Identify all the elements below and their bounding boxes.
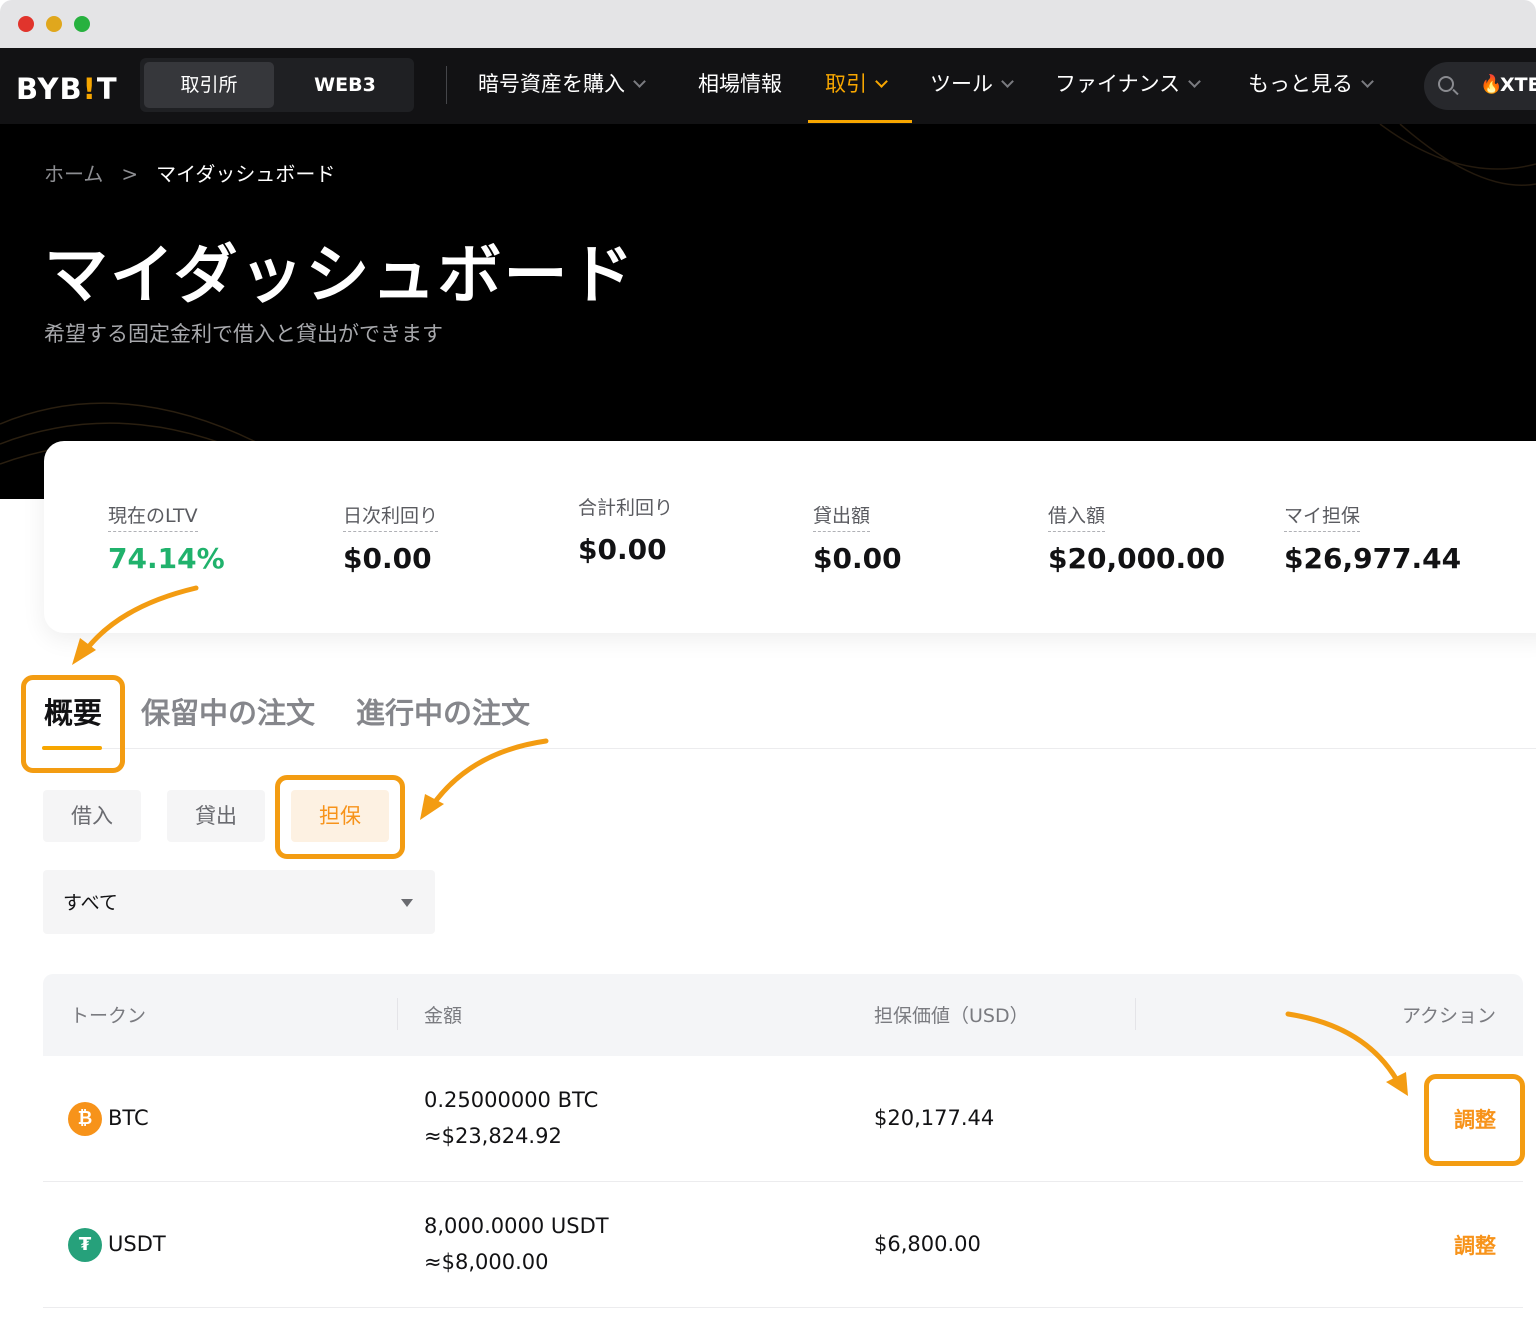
token-amount: 8,000.0000 USDT bbox=[424, 1214, 609, 1238]
table-row: ₮ USDT 8,000.0000 USDT ≈$8,000.00 $6,800… bbox=[43, 1182, 1523, 1308]
annotation-arrowhead-icon bbox=[72, 638, 96, 665]
search-icon bbox=[1438, 76, 1454, 92]
breadcrumb-current: マイダッシュボード bbox=[156, 162, 336, 186]
chevron-down-icon bbox=[1361, 75, 1374, 88]
search-bar[interactable]: 🔥 XTE bbox=[1424, 62, 1536, 110]
collateral-value: $20,177.44 bbox=[874, 1106, 995, 1130]
column-header-amount: 金額 bbox=[424, 1005, 463, 1027]
stat-my-collateral: マイ担保 $26,977.44 bbox=[1284, 501, 1461, 575]
column-divider bbox=[1135, 998, 1136, 1030]
breadcrumb: ホーム > マイダッシュボード bbox=[44, 158, 335, 187]
caret-down-icon bbox=[401, 899, 413, 907]
nav-tools[interactable]: ツール bbox=[930, 68, 1014, 100]
chevron-down-icon bbox=[875, 75, 888, 88]
close-window-button[interactable] bbox=[18, 16, 34, 32]
tab-pending-orders[interactable]: 保留中の注文 bbox=[141, 690, 315, 732]
adjust-button[interactable]: 調整 bbox=[1454, 1230, 1496, 1260]
token-name: USDT bbox=[108, 1232, 166, 1256]
select-value: すべて bbox=[63, 892, 118, 914]
table-row: ₿ BTC 0.25000000 BTC ≈$23,824.92 $20,177… bbox=[43, 1056, 1523, 1182]
maximize-window-button[interactable] bbox=[74, 16, 90, 32]
stat-value: $20,000.00 bbox=[1048, 542, 1226, 575]
search-trending-text: XTE bbox=[1500, 74, 1536, 96]
chevron-down-icon bbox=[1188, 75, 1202, 88]
stat-value: 74.14% bbox=[108, 542, 225, 575]
nav-buy-crypto[interactable]: 暗号資産を購入 bbox=[478, 68, 646, 100]
nav-markets[interactable]: 相場情報 bbox=[698, 68, 782, 100]
breadcrumb-home[interactable]: ホーム bbox=[44, 162, 103, 186]
stat-label[interactable]: 日次利回り bbox=[343, 501, 439, 532]
stat-value: $0.00 bbox=[813, 542, 902, 575]
subtab-borrow[interactable]: 借入 bbox=[43, 790, 141, 842]
stat-daily-yield: 日次利回り $0.00 bbox=[343, 501, 439, 575]
stat-value: $0.00 bbox=[578, 533, 667, 566]
stat-value: $26,977.44 bbox=[1284, 542, 1462, 575]
tabs-divider bbox=[44, 748, 1536, 749]
nav-divider bbox=[446, 66, 447, 104]
token-filter-select[interactable]: すべて bbox=[43, 870, 435, 934]
stat-label[interactable]: マイ担保 bbox=[1284, 501, 1361, 532]
nav-finance[interactable]: ファイナンス bbox=[1055, 68, 1202, 100]
chevron-down-icon bbox=[1001, 75, 1014, 88]
nav-more[interactable]: もっと見る bbox=[1248, 68, 1374, 100]
web3-tab[interactable]: WEB3 bbox=[280, 62, 410, 108]
subtab-lend[interactable]: 貸出 bbox=[167, 790, 265, 842]
table-header: トークン 金額 担保価値（USD） アクション bbox=[43, 974, 1523, 1056]
tab-active-orders[interactable]: 進行中の注文 bbox=[356, 690, 530, 732]
annotation-highlight-collateral-subtab bbox=[275, 775, 405, 859]
stat-label: 合計利回り bbox=[578, 497, 674, 519]
minimize-window-button[interactable] bbox=[46, 16, 62, 32]
token-amount: 0.25000000 BTC bbox=[424, 1088, 599, 1112]
chevron-down-icon bbox=[633, 75, 646, 88]
collateral-value: $6,800.00 bbox=[874, 1232, 981, 1256]
bybit-logo[interactable]: BYB!T bbox=[16, 72, 118, 106]
browser-titlebar bbox=[0, 0, 1536, 48]
column-header-action: アクション bbox=[1401, 1005, 1496, 1027]
top-navbar: BYB!T 取引所 WEB3 暗号資産を購入 相場情報 取引 ツール ファイナン… bbox=[0, 48, 1536, 124]
token-amount-usd: ≈$8,000.00 bbox=[424, 1250, 549, 1274]
stat-lent-amount: 貸出額 $0.00 bbox=[813, 501, 902, 575]
annotation-highlight-overview-tab bbox=[21, 675, 125, 773]
stat-label[interactable]: 貸出額 bbox=[813, 501, 871, 532]
stat-total-yield: 合計利回り $0.00 bbox=[578, 493, 673, 566]
stat-value: $0.00 bbox=[343, 542, 432, 575]
column-divider bbox=[397, 998, 398, 1030]
btc-icon: ₿ bbox=[68, 1102, 102, 1136]
nav-active-indicator bbox=[808, 120, 912, 123]
token-name: BTC bbox=[108, 1106, 149, 1130]
nav-trade[interactable]: 取引 bbox=[825, 68, 888, 100]
exchange-web3-switch: 取引所 WEB3 bbox=[140, 58, 414, 112]
breadcrumb-separator-icon: > bbox=[121, 162, 139, 186]
page-subtitle: 希望する固定金利で借入と貸出ができます bbox=[44, 322, 443, 346]
annotation-arrowhead-icon bbox=[420, 794, 444, 820]
stat-current-ltv: 現在のLTV 74.14% bbox=[108, 501, 225, 575]
column-header-collateral-value: 担保価値（USD） bbox=[874, 1005, 1029, 1027]
column-header-token: トークン bbox=[70, 1005, 147, 1027]
page-title: マイダッシュボード bbox=[44, 239, 636, 313]
annotation-highlight-adjust-button bbox=[1424, 1074, 1525, 1166]
stat-label[interactable]: 現在のLTV bbox=[108, 501, 198, 532]
token-amount-usd: ≈$23,824.92 bbox=[424, 1124, 562, 1148]
stat-borrowed-amount: 借入額 $20,000.00 bbox=[1048, 501, 1225, 575]
exchange-tab[interactable]: 取引所 bbox=[144, 62, 274, 108]
annotation-arrow-icon bbox=[429, 738, 549, 809]
usdt-icon: ₮ bbox=[68, 1228, 102, 1262]
stat-label[interactable]: 借入額 bbox=[1048, 501, 1106, 532]
stats-card: 現在のLTV 74.14% 日次利回り $0.00 合計利回り $0.00 貸出… bbox=[44, 441, 1536, 633]
